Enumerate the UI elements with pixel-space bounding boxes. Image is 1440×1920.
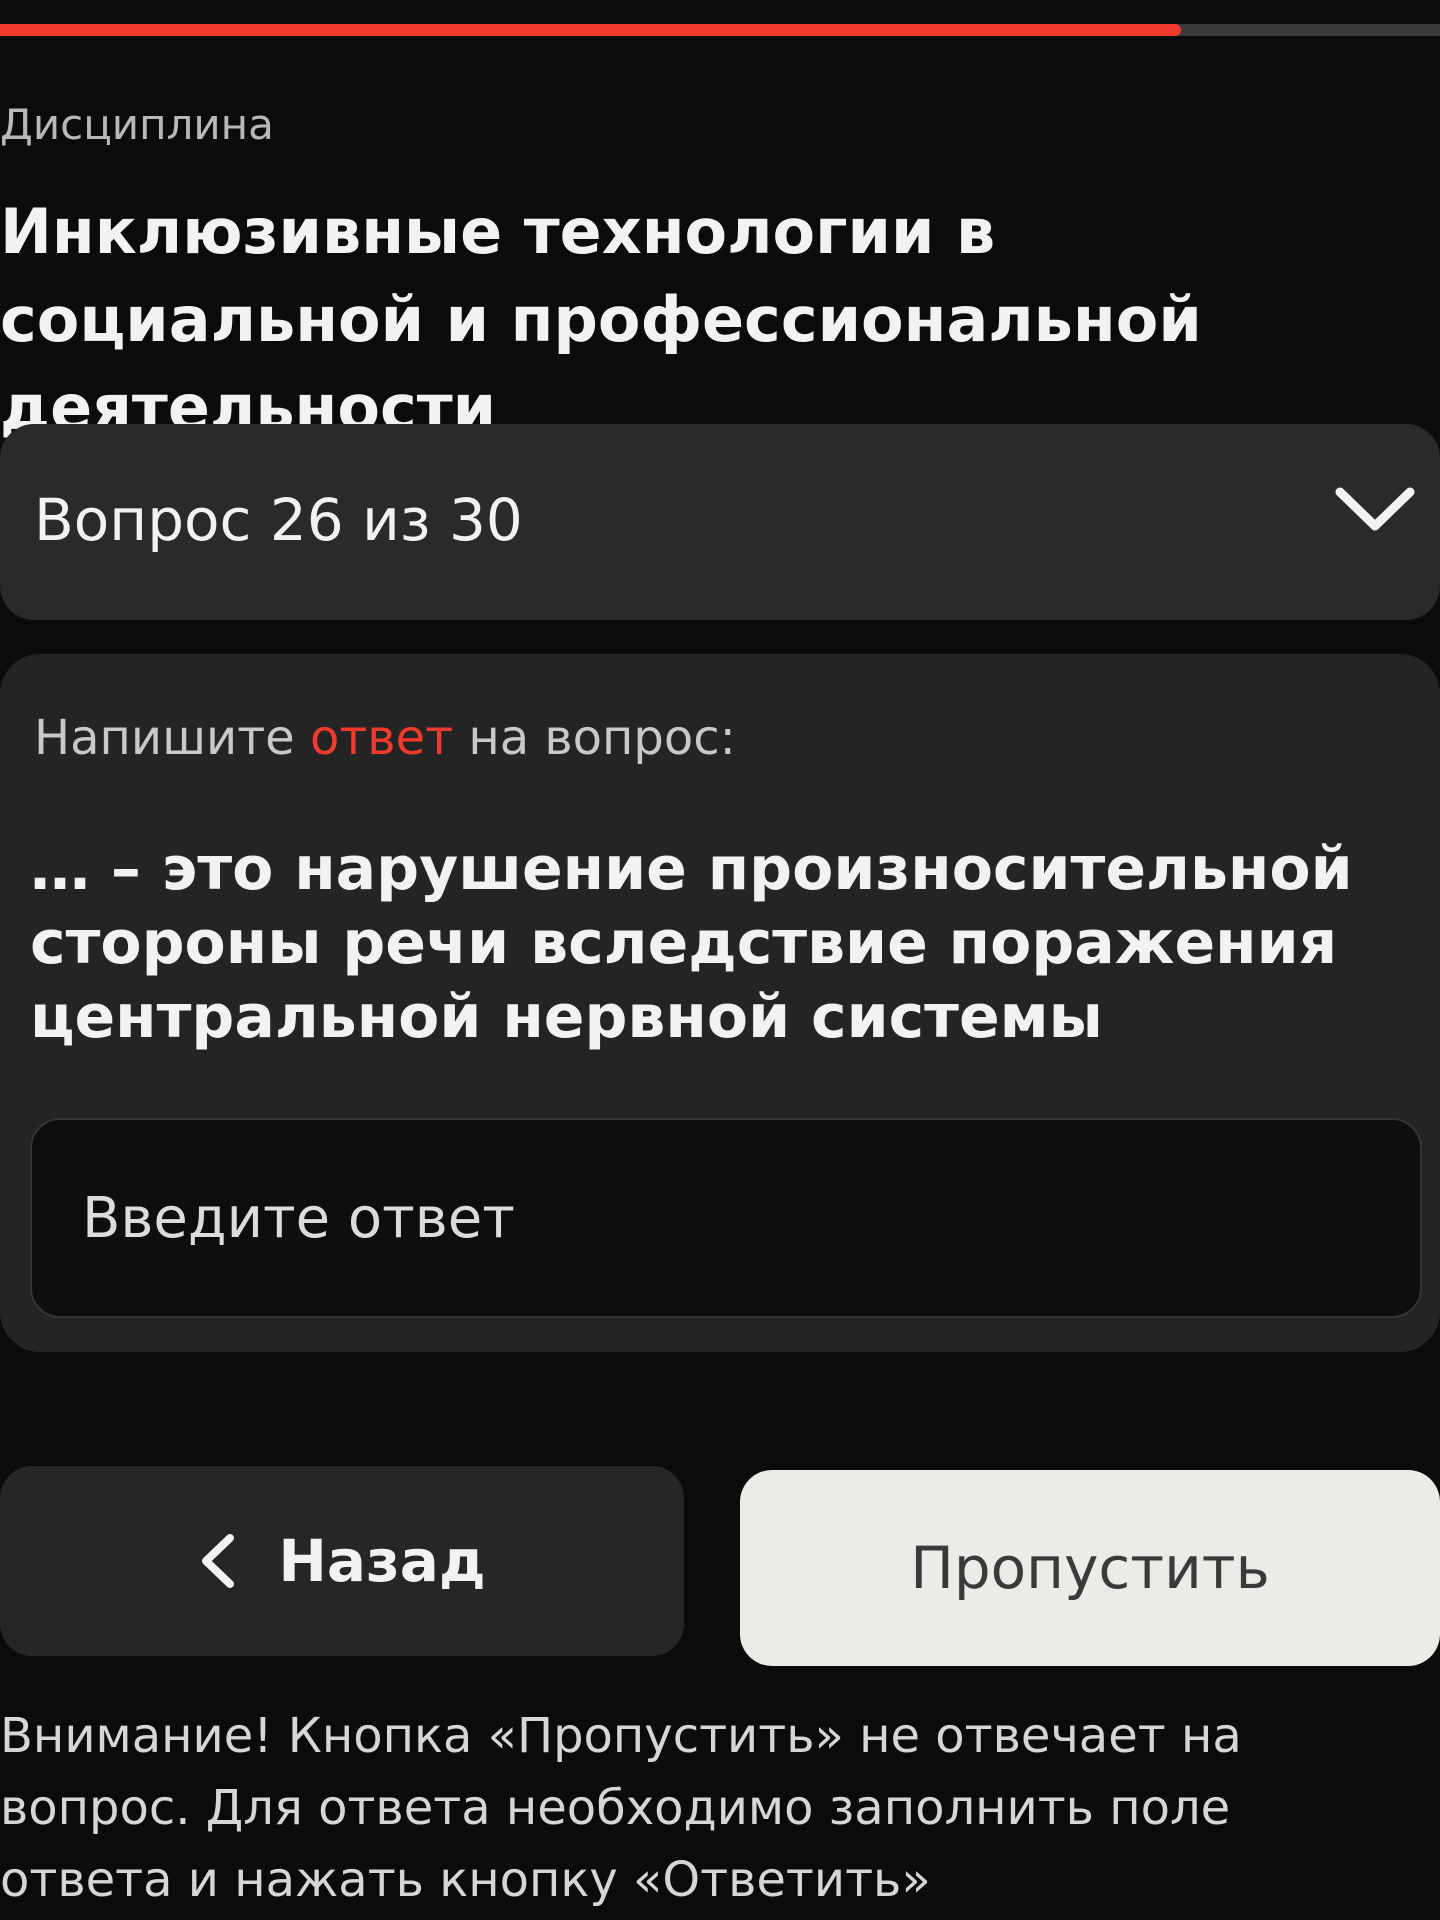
- question-card: Напишите ответ на вопрос: … – это наруше…: [0, 654, 1440, 1352]
- discipline-title: Инклюзивные технологии в социальной и пр…: [0, 195, 1202, 444]
- answer-input[interactable]: [30, 1118, 1422, 1318]
- question-text: … – это нарушение произносительной сторо…: [30, 834, 1353, 1052]
- progress-bar-fill: [0, 24, 1181, 36]
- instruction-prefix: Напишите: [34, 710, 310, 766]
- skip-button[interactable]: Пропустить: [740, 1470, 1440, 1666]
- back-button[interactable]: Назад: [0, 1466, 684, 1656]
- skip-warning-text: Внимание! Кнопка «Пропустить» не отвечае…: [0, 1708, 1242, 1908]
- instruction-suffix: на вопрос:: [453, 710, 736, 766]
- instruction-accent: ответ: [309, 710, 454, 766]
- discipline-label: Дисциплина: [0, 100, 274, 149]
- skip-button-label: Пропустить: [910, 1534, 1270, 1602]
- chevron-left-icon: [202, 1534, 235, 1588]
- question-selector[interactable]: Вопрос 26 из 30: [0, 424, 1440, 620]
- chevron-down-icon[interactable]: [1332, 478, 1418, 538]
- back-button-label: Назад: [278, 1527, 486, 1595]
- progress-bar: [0, 24, 1440, 36]
- answer-instruction: Напишите ответ на вопрос:: [34, 710, 736, 766]
- question-counter: Вопрос 26 из 30: [34, 486, 523, 554]
